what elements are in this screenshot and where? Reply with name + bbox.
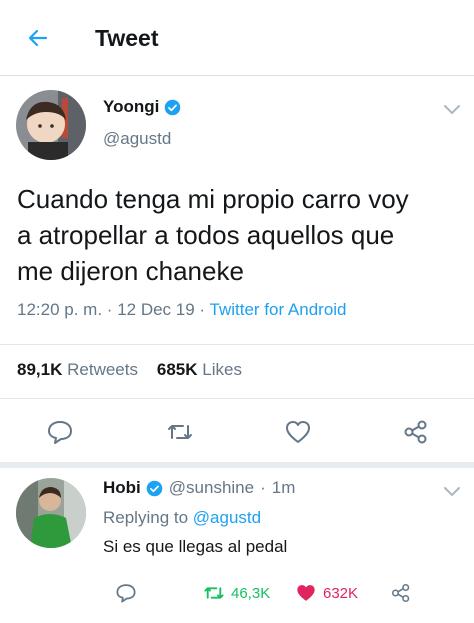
replying-to-line: Replying to @agustd	[103, 508, 261, 528]
meta-separator: ·	[260, 478, 266, 497]
verified-badge-icon	[165, 99, 181, 115]
retweets-label: Retweets	[67, 360, 138, 379]
back-button[interactable]	[22, 22, 54, 54]
likes-label: Likes	[202, 360, 242, 379]
meta-separator: ·	[106, 300, 118, 319]
author-row: Yoongi	[103, 97, 181, 117]
share-icon[interactable]	[402, 418, 430, 446]
top-bar: Tweet	[0, 0, 474, 76]
reply-retweets-count: 46,3K	[231, 584, 271, 602]
reply-icon[interactable]	[46, 418, 74, 446]
reply-author-row: Hobi @sunshine · 1m	[103, 478, 295, 498]
likes-count[interactable]: 685K	[157, 360, 198, 379]
author-avatar[interactable]	[16, 90, 86, 160]
retweets-count[interactable]: 89,1K	[17, 360, 62, 379]
tweet-metadata: 12:20 p. m. · 12 Dec 19 · Twitter for An…	[17, 300, 347, 320]
replying-prefix: Replying to	[103, 508, 189, 527]
share-button[interactable]	[390, 582, 418, 604]
reply-likes-count: 632K	[323, 584, 359, 602]
section-divider	[0, 462, 474, 468]
chevron-down-icon[interactable]	[443, 104, 461, 116]
reply-text: Si es que llegas al pedal	[103, 537, 288, 556]
author-handle: @agustd	[103, 129, 172, 148]
tweet-text-line: me dijeron chaneke	[17, 256, 244, 286]
like-button[interactable]: 632K	[295, 582, 358, 604]
tweet-action-bar	[0, 410, 474, 454]
reply-action-bar: 46,3K 632K	[0, 580, 474, 610]
avatar-image	[16, 478, 86, 548]
retweet-icon[interactable]	[166, 418, 194, 446]
reply-age: 1m	[271, 478, 296, 497]
verified-badge-icon	[146, 480, 163, 496]
divider	[0, 344, 474, 345]
reply-button[interactable]	[115, 582, 143, 604]
tweet-text-line: a atropellar a todos aquellos que	[17, 220, 395, 250]
retweet-button[interactable]: 46,3K	[203, 582, 270, 604]
tweet-text-line: Cuando tenga mi propio carro voy	[17, 184, 409, 214]
divider	[0, 398, 474, 399]
reply-author-avatar[interactable]	[16, 478, 86, 548]
chevron-down-icon[interactable]	[443, 486, 461, 498]
reply-author-handle: @sunshine	[168, 478, 255, 497]
meta-separator: ·	[199, 300, 210, 319]
share-icon	[391, 583, 410, 603]
reply-icon	[116, 584, 136, 603]
replying-to-handle[interactable]: @agustd	[193, 508, 261, 527]
engagement-stats: 89,1K Retweets 685K Likes	[17, 360, 242, 380]
like-heart-icon[interactable]	[284, 418, 312, 446]
author-name[interactable]: Yoongi	[103, 97, 159, 117]
avatar-image	[16, 90, 86, 160]
retweet-icon	[204, 587, 224, 599]
tweet-source-link[interactable]: Twitter for Android	[210, 300, 347, 319]
like-heart-icon	[297, 585, 315, 601]
tweet-date: 12 Dec 19	[117, 300, 195, 319]
reply-author-name[interactable]: Hobi	[103, 478, 141, 498]
tweet-time: 12:20 p. m.	[17, 300, 103, 319]
arrow-left-icon	[28, 29, 48, 47]
tweet-text: Cuando tenga mi propio carro voy a atrop…	[17, 181, 457, 289]
page-title: Tweet	[95, 25, 159, 51]
